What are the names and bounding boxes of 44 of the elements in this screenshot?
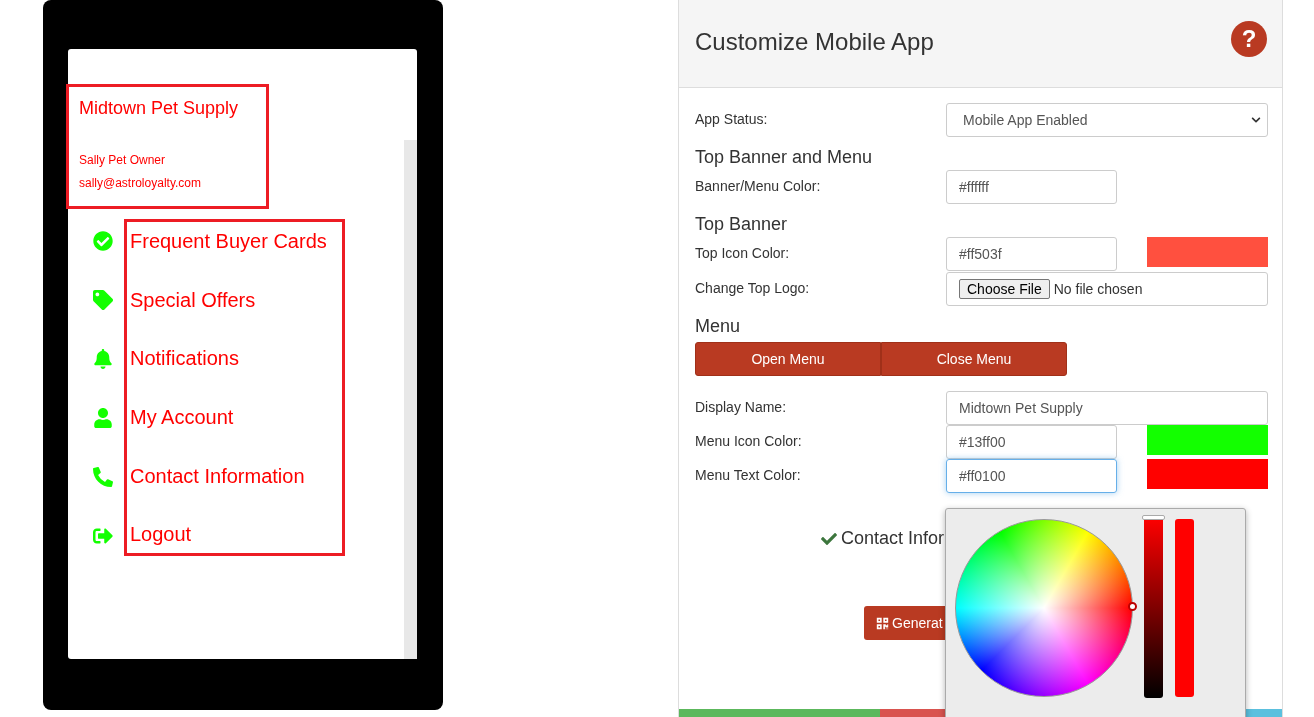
qr-code-icon [876,616,889,630]
section-heading: Top Banner [695,213,789,235]
tag-icon [93,290,113,310]
field-label: Banner/Menu Color: [695,177,822,196]
menu-item[interactable]: Notifications [130,346,239,371]
field-label: Display Name: [695,398,788,417]
logout-icon [93,526,113,546]
field-label: Change Top Logo: [695,279,811,298]
user-name: Sally Pet Owner [79,153,167,167]
phone-icon [93,467,113,487]
user-icon [93,408,113,428]
field-label: Top Icon Color: [695,244,791,263]
panel-title: Customize Mobile App [695,27,934,57]
store-name: Midtown Pet Supply [79,97,240,119]
choose-file-button[interactable]: Choose File [959,279,1050,299]
section-heading: Contact Infor [841,527,945,550]
field-label: Menu Icon Color: [695,432,803,451]
help-button[interactable]: ? [1231,20,1267,57]
color-input[interactable]: #ffffff [946,170,1117,204]
field-label: App Status: [695,110,769,129]
display-name-input[interactable]: Midtown Pet Supply [946,391,1268,425]
chevron-down-icon [1251,115,1261,125]
menu-item[interactable]: Logout [130,522,192,547]
status-select[interactable]: Mobile App Enabled [946,103,1268,137]
bell-icon [93,349,113,369]
file-input[interactable]: Choose File No file chosen [946,272,1268,306]
menu-item[interactable]: Special Offers [130,287,256,312]
color-input[interactable]: #ff503f [946,237,1117,271]
brightness-thumb[interactable] [1142,515,1165,520]
color-input[interactable]: #ff0100 [946,459,1117,493]
check-icon [821,530,837,547]
menu-item[interactable]: My Account [130,404,234,429]
brightness-track[interactable] [1144,517,1163,698]
menu-preview-button[interactable]: Open Menu [695,342,881,376]
section-heading: Top Banner and Menu [695,146,874,168]
user-email: sally@astroloyalty.com [79,176,202,190]
file-status: No file chosen [1053,279,1143,299]
menu-item[interactable]: Contact Information [130,463,305,488]
field-label: Menu Text Color: [695,466,802,485]
color-input[interactable]: #13ff00 [946,425,1117,459]
section-heading: Menu [695,315,742,337]
menu-preview-button[interactable]: Close Menu [881,342,1067,376]
menu-item[interactable]: Frequent Buyer Cards [130,228,327,253]
color-wheel-handle[interactable] [1128,602,1137,611]
